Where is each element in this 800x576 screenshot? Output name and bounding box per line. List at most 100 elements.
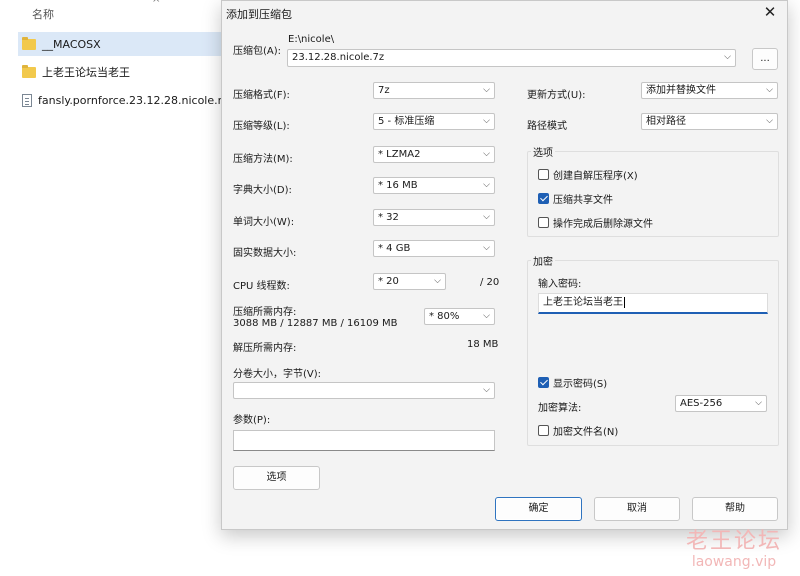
file-icon (22, 93, 32, 107)
enc-method-select[interactable]: AES-256 ⌵ (675, 395, 767, 412)
titlebar[interactable]: 添加到压缩包 ✕ (222, 1, 787, 25)
threads-label: CPU 线程数: (233, 281, 290, 292)
enc-method-value: AES-256 (680, 398, 723, 409)
method-value: * LZMA2 (378, 149, 421, 160)
chevron-down-icon: ⌵ (483, 149, 490, 159)
chevron-down-icon: ⌵ (766, 85, 773, 95)
close-icon[interactable]: ✕ (759, 3, 781, 21)
text-caret (624, 296, 625, 308)
update-label: 更新方式(U): (527, 90, 586, 101)
archive-path: E:\nicole\ (288, 34, 335, 45)
delete-checkbox[interactable]: 操作完成后删除源文件 (538, 215, 653, 230)
level-select[interactable]: 5 - 标准压缩 ⌵ (373, 113, 495, 130)
archive-name-input[interactable]: 23.12.28.nicole.7z ⌵ (287, 49, 736, 67)
format-label: 压缩格式(F): (233, 90, 290, 101)
checkbox-icon (538, 193, 549, 204)
dict-value: * 16 MB (378, 180, 418, 191)
method-label: 压缩方法(M): (233, 154, 293, 165)
chevron-down-icon: ⌵ (483, 243, 490, 253)
threads-value: * 20 (378, 276, 399, 287)
list-item-video[interactable]: fansly.pornforce.23.12.28.nicole.mp4 (18, 88, 228, 112)
path-mode-label: 路径模式 (527, 121, 567, 132)
dict-select[interactable]: * 16 MB ⌵ (373, 177, 495, 194)
dict-label: 字典大小(D): (233, 185, 292, 196)
file-name: 上老王论坛当老王 (42, 66, 130, 79)
sfx-checkbox[interactable]: 创建自解压程序(X) (538, 167, 638, 182)
watermark-title: 老王论坛 (685, 529, 782, 554)
password-input[interactable]: 上老王论坛当老王 (538, 293, 768, 314)
update-value: 添加并替换文件 (646, 85, 716, 96)
threads-total: / 20 (480, 277, 500, 288)
mem-comp-detail: 3088 MB / 12887 MB / 16109 MB (233, 318, 398, 329)
watermark: 老王论坛 laowang.vip (685, 529, 782, 571)
word-label: 单词大小(W): (233, 217, 295, 228)
folder-icon (22, 64, 36, 78)
chevron-down-icon: ⌵ (483, 85, 490, 95)
params-label: 参数(P): (233, 415, 271, 426)
chevron-down-icon: ⌵ (483, 385, 490, 395)
watermark-url: laowang.vip (691, 554, 777, 570)
list-item-macosx[interactable]: __MACOSX (18, 32, 228, 56)
ok-button[interactable]: 确定 (495, 497, 582, 521)
level-value: 5 - 标准压缩 (378, 116, 435, 127)
sort-up-icon: ^ (152, 0, 161, 9)
chevron-down-icon: ⌵ (483, 116, 490, 126)
encrypt-names-label: 加密文件名(N) (553, 427, 619, 438)
shared-label: 压缩共享文件 (553, 195, 613, 206)
split-select[interactable]: ⌵ (233, 382, 495, 399)
sfx-label: 创建自解压程序(X) (553, 171, 638, 182)
solid-value: * 4 GB (378, 243, 411, 254)
mem-percent-select[interactable]: * 80% ⌵ (424, 308, 495, 325)
checkbox-icon (538, 425, 549, 436)
word-value: * 32 (378, 212, 399, 223)
file-name: fansly.pornforce.23.12.28.nicole.mp4 (38, 93, 228, 107)
split-label: 分卷大小，字节(V): (233, 369, 322, 380)
enter-password-label: 输入密码: (538, 279, 582, 290)
params-input[interactable] (233, 430, 495, 451)
file-name: __MACOSX (42, 37, 101, 51)
solid-select[interactable]: * 4 GB ⌵ (373, 240, 495, 257)
options-button[interactable]: 选项 (233, 466, 320, 490)
path-mode-select[interactable]: 相对路径 ⌵ (641, 113, 778, 130)
encryption-group-title: 加密 (531, 253, 555, 268)
word-select[interactable]: * 32 ⌵ (373, 209, 495, 226)
browse-button[interactable]: ... (752, 48, 778, 70)
add-to-archive-dialog: 添加到压缩包 ✕ 压缩包(A): E:\nicole\ 23.12.28.nic… (221, 0, 788, 530)
chevron-down-icon: ⌵ (766, 116, 773, 126)
cancel-button[interactable]: 取消 (594, 497, 680, 521)
name-column-header[interactable]: 名称 (32, 6, 54, 22)
encrypt-names-checkbox[interactable]: 加密文件名(N) (538, 423, 618, 438)
archive-label: 压缩包(A): (233, 46, 282, 57)
password-value: 上老王论坛当老王 (543, 297, 623, 308)
name-header-label: 名称 (32, 8, 54, 21)
chevron-down-icon: ⌵ (483, 212, 490, 222)
chevron-down-icon: ⌵ (483, 311, 490, 321)
method-select[interactable]: * LZMA2 ⌵ (373, 146, 495, 163)
checkbox-icon (538, 217, 549, 228)
archive-name-value: 23.12.28.nicole.7z (292, 52, 385, 63)
delete-label: 操作完成后删除源文件 (553, 219, 653, 230)
update-select[interactable]: 添加并替换文件 ⌵ (641, 82, 778, 99)
checkbox-icon (538, 377, 549, 388)
path-mode-value: 相对路径 (646, 116, 686, 127)
list-item-folder[interactable]: 上老王论坛当老王 (18, 60, 228, 84)
shared-checkbox[interactable]: 压缩共享文件 (538, 191, 613, 206)
folder-icon (22, 36, 36, 50)
level-label: 压缩等级(L): (233, 121, 290, 132)
dialog-title: 添加到压缩包 (226, 8, 292, 21)
mem-comp-label: 压缩所需内存: (233, 307, 297, 318)
chevron-down-icon: ⌵ (434, 276, 441, 286)
format-select[interactable]: 7z ⌵ (373, 82, 495, 99)
options-group-title: 选项 (531, 144, 555, 159)
mem-percent-value: * 80% (429, 311, 460, 322)
mem-decomp-value: 18 MB (467, 339, 499, 350)
checkbox-icon (538, 169, 549, 180)
solid-label: 固实数据大小: (233, 248, 297, 259)
enc-method-label: 加密算法: (538, 403, 582, 414)
help-button[interactable]: 帮助 (692, 497, 778, 521)
mem-decomp-label: 解压所需内存: (233, 343, 297, 354)
show-password-checkbox[interactable]: 显示密码(S) (538, 375, 607, 390)
chevron-down-icon: ⌵ (724, 52, 731, 62)
format-value: 7z (378, 85, 390, 96)
threads-select[interactable]: * 20 ⌵ (373, 273, 446, 290)
